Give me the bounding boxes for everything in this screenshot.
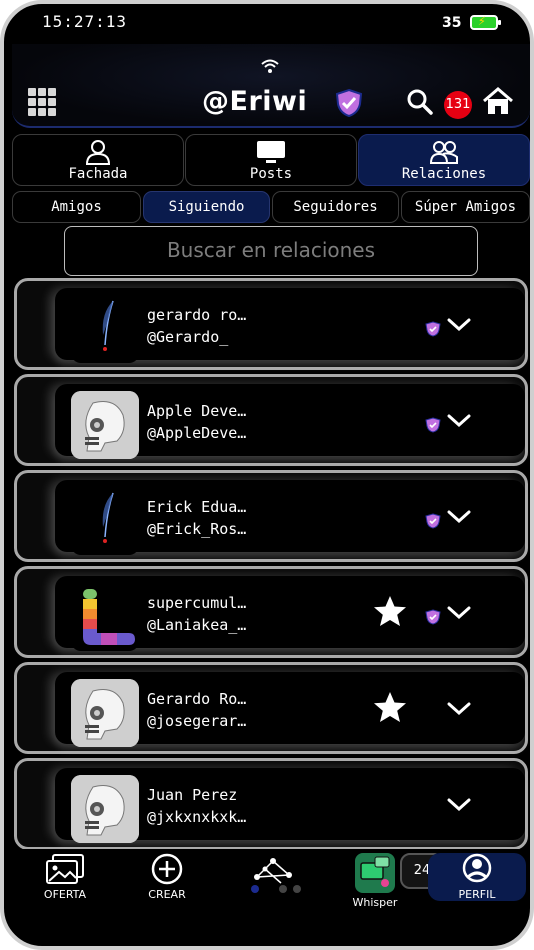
relation-handle: @AppleDeve… [147, 424, 247, 442]
avatar [71, 775, 139, 843]
robot-avatar-icon [71, 391, 139, 459]
grid-menu-icon[interactable] [28, 88, 56, 116]
chevron-down-icon[interactable] [447, 798, 471, 812]
image-gallery-icon [46, 854, 84, 884]
chevron-down-icon[interactable] [447, 606, 471, 620]
relation-handle: @Gerardo_ [147, 328, 229, 346]
relation-subtabs: Amigos Siguiendo Seguidores Súper Amigos [12, 191, 530, 223]
tab-posts[interactable]: Posts [185, 134, 357, 186]
robot-avatar-icon [71, 775, 139, 843]
relation-name: supercumul… [147, 594, 247, 612]
battery-level: 35 [442, 15, 462, 31]
whisper-app-icon [355, 853, 395, 893]
tab-label: Posts [249, 166, 293, 182]
battery-icon: ⚡ [470, 14, 501, 30]
relation-card[interactable]: Apple Deve… @AppleDeve… [14, 374, 528, 466]
tab-relaciones[interactable]: Relaciones [358, 134, 530, 186]
relation-card[interactable]: supercumul… @Laniakea_… [14, 566, 528, 658]
chevron-down-icon[interactable] [447, 318, 471, 332]
subtab-super-amigos[interactable]: Súper Amigos [401, 191, 530, 223]
feather-avatar-icon [102, 492, 114, 543]
page-title: @Eriwi [202, 86, 308, 117]
status-bar: 15:27:13 35 ⚡ [4, 4, 530, 44]
notification-badge[interactable]: 131 [444, 91, 472, 119]
relation-card-inner: supercumul… @Laniakea_… [55, 576, 525, 651]
tab-label: Fachada [68, 166, 128, 182]
profile-circle-icon [462, 853, 492, 883]
relation-handle: @Laniakea_… [147, 616, 247, 634]
phone-frame: 15:27:13 35 ⚡ @Eriwi 131 Fachada Posts R… [0, 0, 534, 950]
app-header: @Eriwi 131 [12, 44, 530, 128]
relation-card[interactable]: Erick Edua… @Erick_Ros… [14, 470, 528, 562]
chevron-down-icon[interactable] [447, 510, 471, 524]
relation-name: Gerardo Ro… [147, 690, 247, 708]
relation-card-inner: Apple Deve… @AppleDeve… [55, 384, 525, 459]
relation-card[interactable]: gerardo ro… @Gerardo_ [14, 278, 528, 370]
search-icon[interactable] [406, 88, 434, 116]
avatar [71, 295, 139, 363]
star-icon[interactable] [373, 594, 407, 628]
verified-shield-icon [425, 513, 441, 529]
nav-crear[interactable]: CREAR [130, 853, 204, 901]
nav-label: PERFIL [458, 888, 496, 901]
verified-shield-icon [425, 609, 441, 625]
home-icon[interactable] [482, 86, 514, 116]
avatar [71, 679, 139, 747]
verified-shield-icon [335, 88, 363, 118]
nav-perfil[interactable]: PERFIL [428, 853, 526, 901]
avatar [71, 391, 139, 459]
plus-circle-icon [151, 853, 183, 885]
verified-shield-icon [425, 321, 441, 337]
relation-handle: @Erick_Ros… [147, 520, 247, 538]
nav-label: OFERTA [43, 888, 87, 901]
avatar [71, 487, 139, 555]
tab-label: Relaciones [401, 166, 487, 182]
network-graph-icon [251, 858, 301, 893]
relations-search-input[interactable]: Buscar en relaciones [64, 226, 478, 276]
person-icon [85, 140, 111, 165]
relation-handle: @josegerar… [147, 712, 247, 730]
chevron-down-icon[interactable] [447, 702, 471, 716]
relation-card-inner: Erick Edua… @Erick_Ros… [55, 480, 525, 555]
subtab-siguiendo[interactable]: Siguiendo [143, 191, 270, 223]
relation-card[interactable]: Gerardo Ro… @josegerar… [14, 662, 528, 754]
relation-card-inner: Gerardo Ro… @josegerar… [55, 672, 525, 747]
tab-fachada[interactable]: Fachada [12, 134, 184, 186]
relation-name: Apple Deve… [147, 402, 247, 420]
main-tabs: Fachada Posts Relaciones [12, 134, 530, 186]
nav-network[interactable] [236, 853, 310, 893]
people-icon [429, 141, 458, 164]
robot-avatar-icon [71, 679, 139, 747]
relation-card[interactable]: Juan Perez @jxkxnxkxk… [14, 758, 528, 850]
subtab-seguidores[interactable]: Seguidores [272, 191, 399, 223]
star-icon[interactable] [373, 690, 407, 724]
avatar [71, 583, 139, 651]
nav-label: Whisper [352, 896, 398, 909]
chevron-down-icon[interactable] [447, 414, 471, 428]
status-time: 15:27:13 [42, 12, 128, 31]
relation-name: Erick Edua… [147, 498, 247, 516]
feather-avatar-icon [102, 300, 114, 351]
relation-card-inner: gerardo ro… @Gerardo_ [55, 288, 525, 363]
nav-label: CREAR [148, 888, 186, 901]
monitor-icon [257, 141, 285, 163]
relation-card-inner: Juan Perez @jxkxnxkxk… [55, 768, 525, 843]
relation-name: Juan Perez [147, 786, 238, 804]
bottom-nav: OFERTA CREAR Whisper 24 PERFIL [8, 849, 530, 909]
relation-handle: @jxkxnxkxk… [147, 808, 247, 826]
subtab-amigos[interactable]: Amigos [12, 191, 141, 223]
verified-shield-icon [425, 417, 441, 433]
nav-oferta[interactable]: OFERTA [28, 853, 102, 901]
wifi-icon [261, 59, 279, 73]
laniakea-logo-icon [83, 589, 135, 645]
relation-name: gerardo ro… [147, 306, 247, 324]
